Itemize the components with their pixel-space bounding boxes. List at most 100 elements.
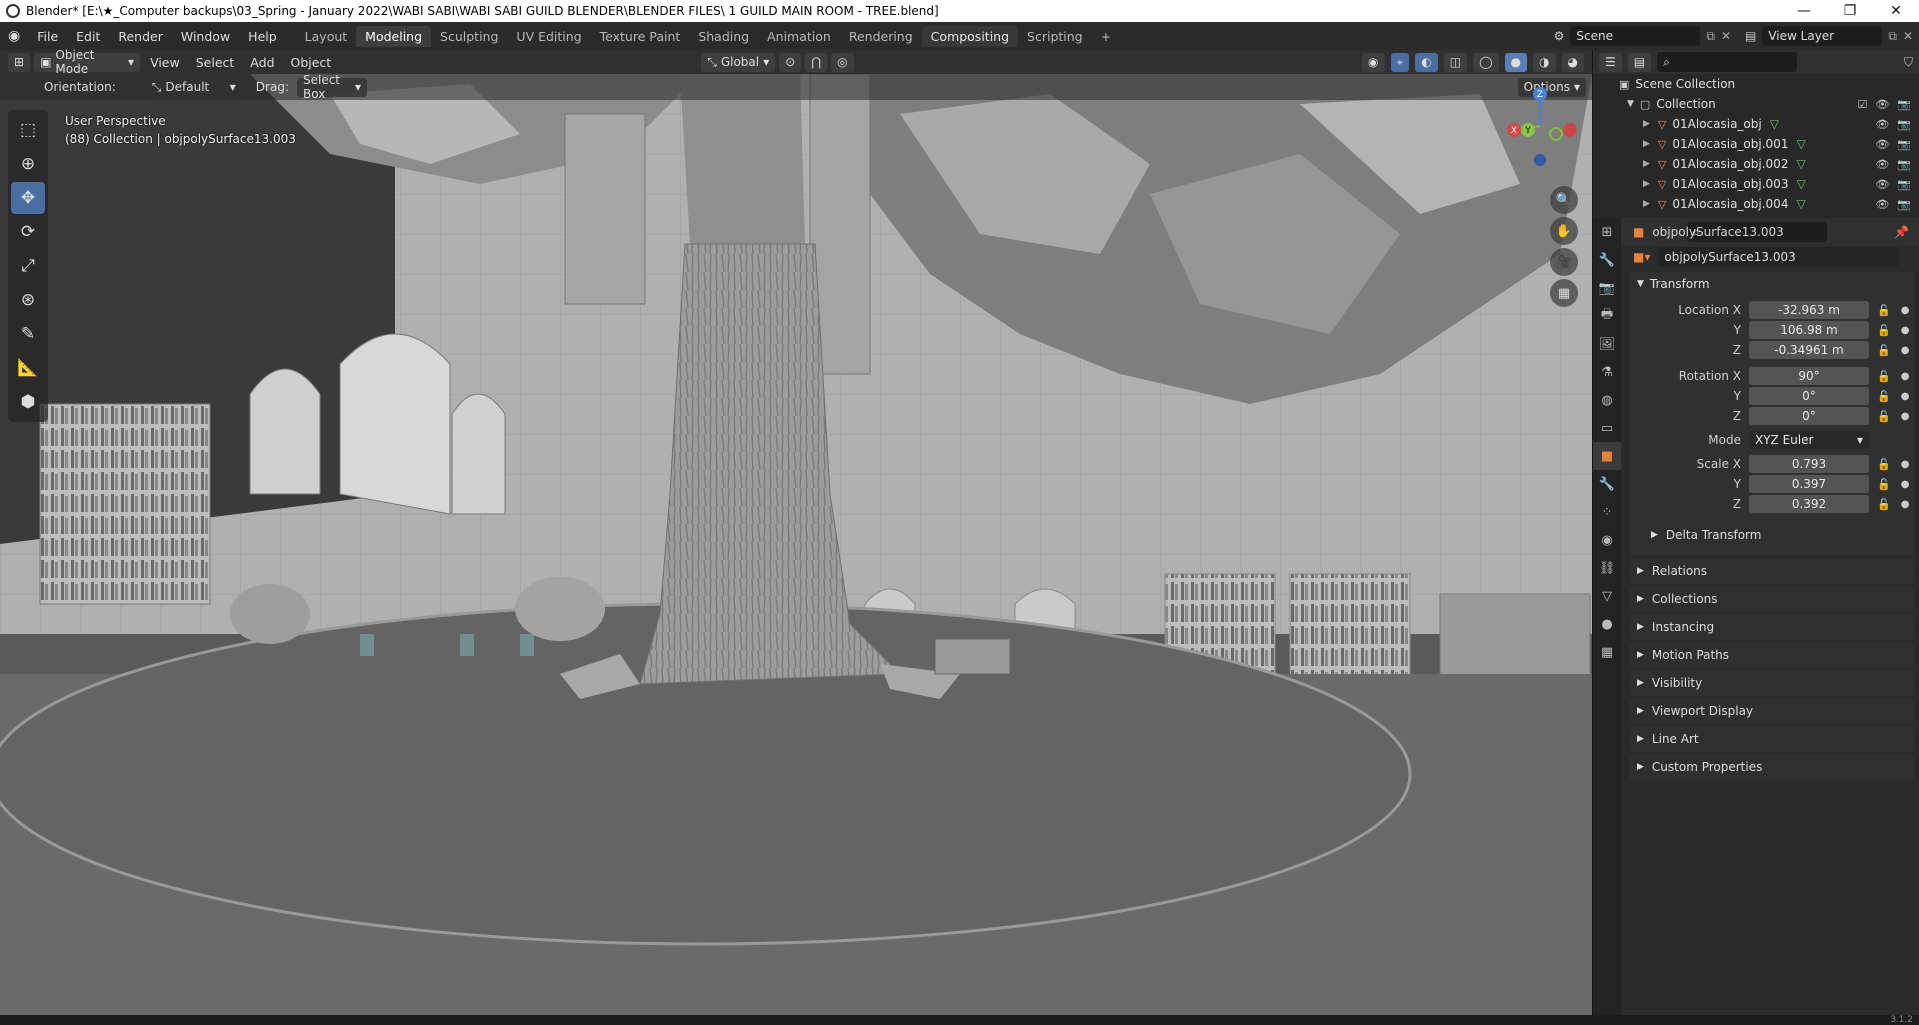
menu-edit[interactable]: Edit	[67, 29, 109, 44]
lock-icon[interactable]: 🔓	[1877, 370, 1891, 383]
camera-icon[interactable]: 📷	[1897, 158, 1911, 171]
expand-arrow-icon[interactable]: ▼	[1627, 99, 1634, 109]
object-data-icon[interactable]: ■▾	[1633, 250, 1650, 264]
keyframe-dot-icon[interactable]: ●	[1901, 479, 1910, 490]
lock-icon[interactable]: 🔓	[1877, 324, 1891, 337]
pan-hand-icon[interactable]: ✋	[1550, 217, 1578, 245]
drag-dropdown[interactable]: Select Box ▾	[296, 74, 367, 101]
expand-arrow-icon[interactable]: ▶	[1643, 159, 1650, 169]
mesh-data-icon[interactable]: ▽	[1796, 157, 1805, 171]
collections-panel[interactable]: ▶ Collections	[1629, 586, 1915, 612]
keyframe-dot-icon[interactable]: ●	[1901, 411, 1910, 422]
scale-tool-icon[interactable]: ⤢	[11, 250, 45, 282]
collection-tab-icon[interactable]: ▭	[1593, 414, 1621, 442]
keyframe-dot-icon[interactable]: ●	[1901, 459, 1910, 470]
tab-rendering[interactable]: Rendering	[840, 26, 922, 47]
viewport-display-panel[interactable]: ▶ Viewport Display	[1629, 698, 1915, 724]
eye-icon[interactable]: 👁	[1875, 178, 1889, 191]
3d-viewport[interactable]: Orientation: ⤡ Default ▾ Drag: Select Bo…	[0, 74, 1592, 1015]
camera-icon[interactable]: 📷	[1897, 98, 1911, 111]
rotation-x-field[interactable]: 90°	[1749, 367, 1869, 385]
expand-arrow-icon[interactable]: ▶	[1643, 179, 1650, 189]
expand-arrow-icon[interactable]: ▶	[1643, 139, 1650, 149]
render-tab-icon[interactable]: 📷	[1593, 274, 1621, 302]
blender-menu-icon[interactable]: ◉	[0, 28, 28, 44]
lock-icon[interactable]: 🔓	[1877, 458, 1891, 471]
transform-panel-header[interactable]: ▼ Transform	[1629, 272, 1915, 296]
header-add-menu[interactable]: Add	[244, 55, 280, 70]
gizmo-toggle-button[interactable]: ⌖	[1390, 52, 1410, 72]
remove-view-layer-icon[interactable]: ✕	[1903, 29, 1913, 43]
new-view-layer-icon[interactable]: ⧉	[1888, 29, 1897, 44]
mode-dropdown[interactable]: ▣ Object Mode ▾	[34, 48, 141, 76]
ortho-grid-icon[interactable]: ▦	[1550, 279, 1578, 307]
keyframe-dot-icon[interactable]: ●	[1901, 345, 1910, 356]
visibility-button[interactable]: ◉	[1362, 52, 1385, 72]
view-layer-field[interactable]: View Layer	[1762, 26, 1883, 46]
constraints-tab-icon[interactable]: ⛓	[1593, 554, 1621, 582]
relations-panel[interactable]: ▶ Relations	[1629, 558, 1915, 584]
header-view-menu[interactable]: View	[144, 55, 186, 70]
snap-button[interactable]: ⋂	[805, 52, 828, 72]
scale-x-field[interactable]: 0.793	[1749, 455, 1869, 473]
checkbox-icon[interactable]: ☑	[1857, 98, 1867, 111]
filter-icon[interactable]: ⛉	[1904, 55, 1913, 70]
eye-icon[interactable]: 👁	[1875, 158, 1889, 171]
tab-texture-paint[interactable]: Texture Paint	[591, 26, 690, 47]
tab-sculpting[interactable]: Sculpting	[431, 26, 507, 47]
tool-tab-icon[interactable]: 🔧	[1593, 246, 1621, 274]
lock-icon[interactable]: 🔓	[1877, 344, 1891, 357]
editor-type-icon[interactable]: ⊞	[1593, 218, 1621, 246]
tab-layout[interactable]: Layout	[296, 26, 357, 47]
tab-shading[interactable]: Shading	[689, 26, 758, 47]
transform-orientation-dropdown[interactable]: ⤡ Global ▾	[701, 52, 776, 72]
header-object-menu[interactable]: Object	[285, 55, 338, 70]
remove-scene-icon[interactable]: ✕	[1721, 29, 1731, 43]
instancing-panel[interactable]: ▶ Instancing	[1629, 614, 1915, 640]
motion-paths-panel[interactable]: ▶ Motion Paths	[1629, 642, 1915, 668]
location-z-field[interactable]: -0.34961 m	[1749, 341, 1869, 359]
move-tool-icon[interactable]: ✥	[11, 182, 45, 214]
data-tab-icon[interactable]: ▽	[1593, 582, 1621, 610]
visibility-panel[interactable]: ▶ Visibility	[1629, 670, 1915, 696]
scene-tab-icon[interactable]: ⚗	[1593, 358, 1621, 386]
tab-modeling[interactable]: Modeling	[356, 25, 432, 47]
rotate-tool-icon[interactable]: ⟳	[11, 216, 45, 248]
rotation-z-field[interactable]: 0°	[1749, 407, 1869, 425]
measure-tool-icon[interactable]: 📐	[11, 352, 45, 384]
menu-render[interactable]: Render	[109, 29, 172, 44]
collection-row[interactable]: ▼ ▢ Collection ☑ 👁 📷	[1593, 94, 1919, 114]
pin-icon[interactable]: 📌	[1894, 225, 1909, 239]
lock-icon[interactable]: 🔓	[1877, 498, 1891, 511]
physics-tab-icon[interactable]: ◉	[1593, 526, 1621, 554]
camera-view-icon[interactable]: 🎥	[1550, 248, 1578, 276]
eye-icon[interactable]: 👁	[1875, 138, 1889, 151]
display-mode-button[interactable]: ▤	[1627, 52, 1652, 72]
object-tab-icon[interactable]: ■	[1593, 442, 1621, 470]
keyframe-dot-icon[interactable]: ●	[1901, 305, 1910, 316]
minimize-button[interactable]: —	[1781, 0, 1827, 22]
solid-shading-button[interactable]: ●	[1504, 52, 1528, 72]
scale-z-field[interactable]: 0.392	[1749, 495, 1869, 513]
world-tab-icon[interactable]: ◍	[1593, 386, 1621, 414]
transform-tool-icon[interactable]: ⊛	[11, 284, 45, 316]
editor-type-button[interactable]: ⊞	[8, 52, 31, 72]
lock-icon[interactable]: 🔓	[1877, 410, 1891, 423]
output-tab-icon[interactable]: 🖶	[1593, 302, 1621, 330]
outliner-item[interactable]: ▶ ▽ 01Alocasia_obj.004 ▽ 👁 📷	[1593, 194, 1919, 214]
outliner-search-input[interactable]: ⌕	[1657, 52, 1798, 72]
camera-icon[interactable]: 📷	[1897, 198, 1911, 211]
select-box-tool-icon[interactable]: ⬚	[11, 114, 45, 146]
scene-collection-row[interactable]: ▣ Scene Collection	[1593, 74, 1919, 94]
eye-icon[interactable]: 👁	[1875, 118, 1889, 131]
camera-icon[interactable]: 📷	[1897, 138, 1911, 151]
expand-arrow-icon[interactable]: ▶	[1643, 119, 1650, 129]
xray-button[interactable]: ◫	[1443, 52, 1468, 72]
add-workspace-button[interactable]: +	[1092, 26, 1120, 47]
mesh-data-icon[interactable]: ▽	[1796, 137, 1805, 151]
lock-icon[interactable]: 🔓	[1877, 478, 1891, 491]
keyframe-dot-icon[interactable]: ●	[1901, 371, 1910, 382]
annotate-tool-icon[interactable]: ✎	[11, 318, 45, 350]
rotation-y-field[interactable]: 0°	[1749, 387, 1869, 405]
scale-y-field[interactable]: 0.397	[1749, 475, 1869, 493]
